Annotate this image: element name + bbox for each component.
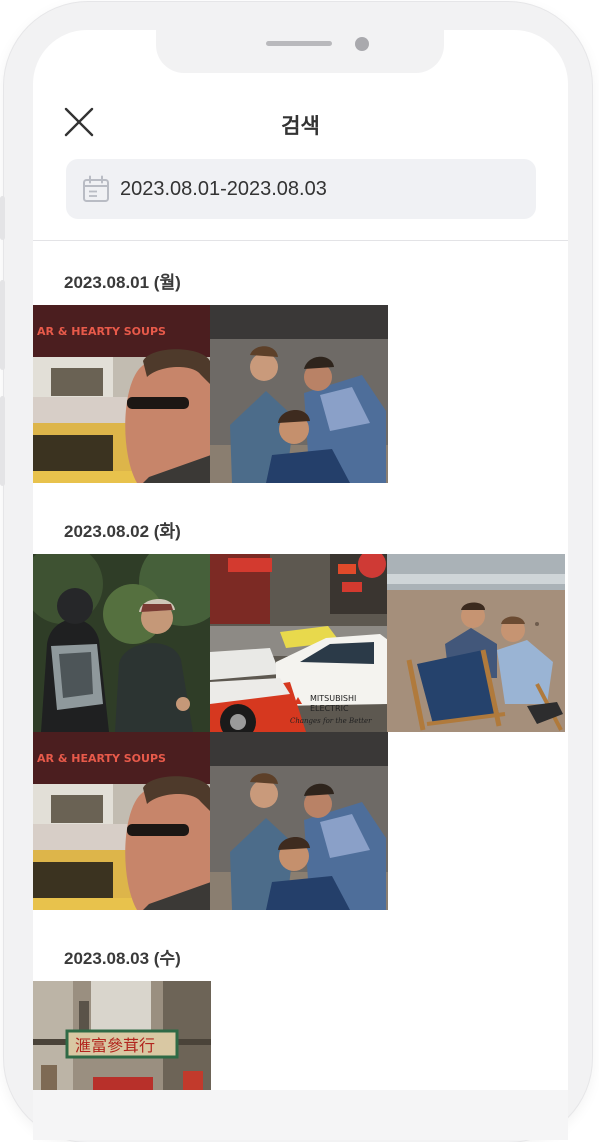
photo-men-talking-stairs[interactable]: [210, 305, 388, 483]
bar-sign-text: AR & HEARTY SOUPS: [37, 752, 166, 765]
home-indicator-area: [33, 1090, 568, 1140]
taxi-logo-line1: MITSUBISHI: [310, 694, 356, 703]
photo-man-sunglasses-street-2[interactable]: AR & HEARTY SOUPS: [33, 732, 211, 910]
hk-sign-text: 滙富參茸行: [75, 1036, 155, 1055]
bar-sign-text: AR & HEARTY SOUPS: [37, 325, 166, 338]
divider: [33, 240, 568, 241]
side-button-volume-up: [0, 280, 5, 370]
taxi-logo-line2: ELECTRIC: [310, 704, 349, 713]
header: 검색: [33, 90, 568, 150]
side-button-volume-down: [0, 396, 5, 486]
side-button-silent: [0, 196, 5, 240]
phone-notch: [156, 28, 444, 73]
date-range-value: 2023.08.01-2023.08.03: [120, 178, 327, 200]
photo-men-beach-chairs[interactable]: [387, 554, 565, 732]
speaker-grille: [266, 41, 332, 46]
photo-hongkong-street-sign[interactable]: 滙富參茸行: [33, 981, 211, 1090]
calendar-icon: [83, 175, 109, 202]
photo-red-taxi-city[interactable]: MITSUBISHI ELECTRIC Changes for the Bett…: [210, 554, 388, 732]
date-label-0802: 2023.08.02 (화): [64, 522, 181, 541]
app-screen: 검색 2023.08.01-2023.08.03 2023.08.01 (월) …: [33, 30, 568, 1140]
page-title: 검색: [281, 115, 320, 138]
photo-backpackers-woods[interactable]: [33, 554, 211, 732]
date-label-0801: 2023.08.01 (월): [64, 273, 181, 292]
taxi-slogan: Changes for the Better: [290, 717, 372, 725]
front-camera: [355, 37, 369, 51]
photo-man-sunglasses-street[interactable]: AR & HEARTY SOUPS: [33, 305, 211, 483]
date-range-field[interactable]: 2023.08.01-2023.08.03: [66, 159, 536, 219]
date-label-0803: 2023.08.03 (수): [64, 949, 181, 968]
photo-men-talking-stairs-2[interactable]: [210, 732, 388, 910]
